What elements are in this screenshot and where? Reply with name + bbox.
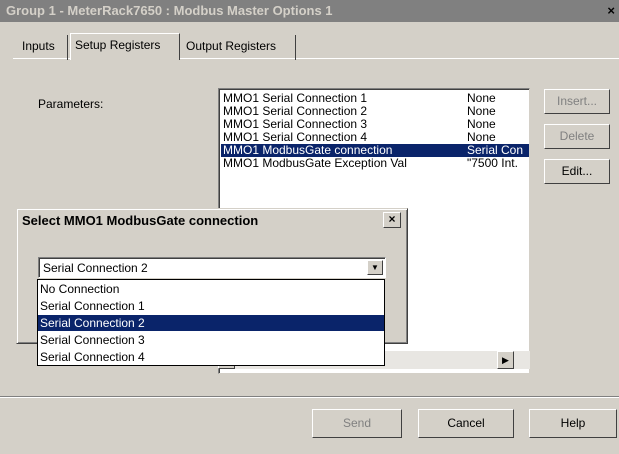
register-value: None xyxy=(467,131,496,144)
window-title: Group 1 - MeterRack7650 : Modbus Master … xyxy=(6,3,333,18)
insert-button[interactable]: Insert... xyxy=(544,89,610,114)
register-value: None xyxy=(467,105,496,118)
tab-inputs[interactable]: Inputs xyxy=(18,35,68,60)
register-value: None xyxy=(467,92,496,105)
tab-setup-registers[interactable]: Setup Registers xyxy=(70,33,180,60)
scroll-right-icon[interactable]: ▶ xyxy=(497,351,514,369)
delete-button[interactable]: Delete xyxy=(544,124,610,149)
dropdown-option[interactable]: Serial Connection 4 xyxy=(38,349,384,365)
send-button[interactable]: Send xyxy=(312,409,402,438)
bottom-separator xyxy=(0,396,619,398)
edit-button[interactable]: Edit... xyxy=(544,159,610,184)
register-value: Serial Con xyxy=(467,144,524,157)
dropdown-option[interactable]: Serial Connection 1 xyxy=(38,298,384,314)
dropdown-option[interactable]: Serial Connection 3 xyxy=(38,332,384,348)
dropdown-option-selected[interactable]: Serial Connection 2 xyxy=(38,315,384,331)
connection-dropdown-list[interactable]: No Connection Serial Connection 1 Serial… xyxy=(37,279,385,366)
help-button[interactable]: Help xyxy=(529,409,617,438)
dropdown-option[interactable]: No Connection xyxy=(38,281,384,297)
connection-select[interactable]: Serial Connection 2 ▼ xyxy=(38,257,386,278)
dialog-close-icon[interactable]: × xyxy=(383,212,401,228)
chevron-down-icon[interactable]: ▼ xyxy=(367,260,383,275)
register-value: "7500 Int. xyxy=(467,157,518,170)
connection-select-value: Serial Connection 2 xyxy=(43,261,148,275)
parameters-label: Parameters: xyxy=(38,97,104,111)
window-close-icon[interactable]: × xyxy=(607,0,615,22)
dialog-title: Select MMO1 ModbusGate connection xyxy=(22,213,259,228)
register-value: None xyxy=(467,118,496,131)
register-name: MMO1 ModbusGate Exception Val xyxy=(223,156,407,170)
window-title-bar[interactable]: Group 1 - MeterRack7650 : Modbus Master … xyxy=(0,0,619,22)
tab-output-registers[interactable]: Output Registers xyxy=(182,35,296,60)
list-item[interactable]: MMO1 ModbusGate Exception Val "7500 Int. xyxy=(221,157,529,170)
cancel-button[interactable]: Cancel xyxy=(418,409,514,438)
